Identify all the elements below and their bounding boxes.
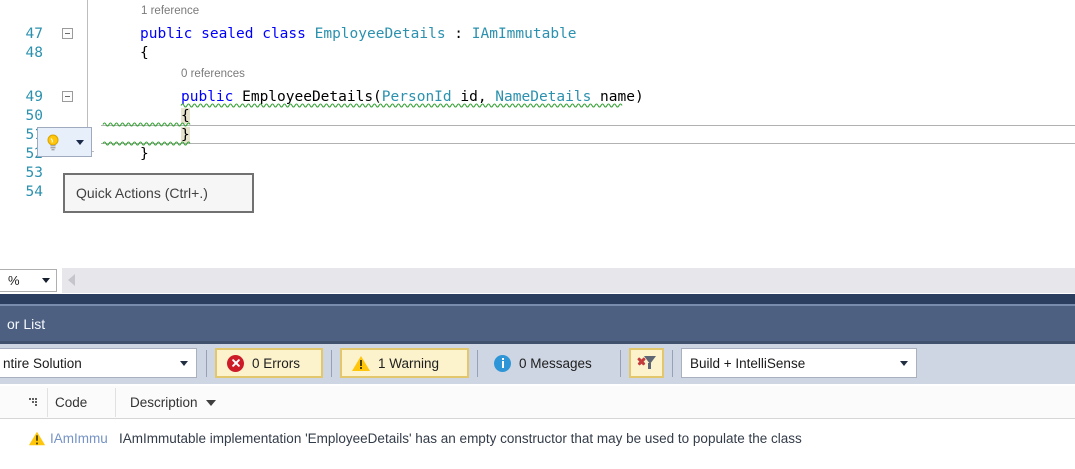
description-column-header[interactable]: Description bbox=[130, 386, 216, 419]
minus-icon bbox=[65, 96, 70, 97]
line-number: 47 bbox=[0, 25, 43, 44]
chevron-down-icon bbox=[900, 361, 908, 366]
chevron-down-icon bbox=[42, 278, 50, 283]
keyword-tokens: public sealed class bbox=[140, 26, 315, 42]
sort-descending-icon bbox=[206, 400, 216, 406]
line-number: 49 bbox=[0, 88, 43, 107]
minus-icon bbox=[65, 33, 70, 34]
severity-grip-icon bbox=[29, 398, 38, 407]
warnings-count-label: 1 Warning bbox=[378, 356, 439, 371]
interface-name-token: IAmImmutable bbox=[472, 26, 577, 42]
horizontal-scrollbar[interactable] bbox=[62, 268, 1075, 293]
line-number: 48 bbox=[0, 44, 43, 63]
code-editor[interactable]: 47 48 49 50 51 52 53 54 1 reference 0 re… bbox=[0, 0, 1075, 268]
source-filter-select[interactable]: Build + IntelliSense bbox=[681, 348, 917, 378]
lightbulb-icon bbox=[45, 134, 61, 151]
info-icon bbox=[494, 355, 511, 372]
class-name-token: EmployeeDetails bbox=[315, 26, 446, 42]
quick-actions-tooltip: Quick Actions (Ctrl+.) bbox=[63, 173, 254, 213]
fold-collapse-button[interactable] bbox=[62, 91, 73, 102]
quick-actions-lightbulb[interactable] bbox=[37, 127, 92, 157]
fold-collapse-button[interactable] bbox=[62, 28, 73, 39]
zoom-level-select[interactable]: % bbox=[0, 269, 57, 292]
error-list-row[interactable]: IAmImmu IAmImmutable implementation 'Emp… bbox=[0, 424, 1075, 452]
toolbar-separator bbox=[620, 350, 621, 377]
zoom-level-value: % bbox=[0, 273, 42, 288]
toolbar-separator bbox=[672, 350, 673, 377]
codelens-references-link[interactable]: 0 references bbox=[181, 68, 245, 81]
errors-filter-button[interactable]: 0 Errors bbox=[215, 348, 323, 378]
line-number: 50 bbox=[0, 107, 43, 126]
panel-title: or List bbox=[7, 316, 45, 332]
codelens-references-link[interactable]: 1 reference bbox=[141, 5, 199, 18]
messages-filter-button[interactable]: 0 Messages bbox=[484, 348, 612, 378]
error-list-header: Code Description bbox=[0, 386, 1075, 419]
separator-token: : bbox=[446, 26, 472, 42]
toolbar-separator bbox=[331, 350, 332, 377]
clear-filters-button[interactable] bbox=[629, 348, 664, 378]
code-line-52[interactable]: } bbox=[140, 145, 149, 164]
chevron-down-icon bbox=[180, 361, 188, 366]
severity-column-header[interactable] bbox=[29, 386, 38, 419]
chevron-down-icon[interactable] bbox=[76, 140, 84, 145]
vs-window: 47 48 49 50 51 52 53 54 1 reference 0 re… bbox=[0, 0, 1075, 469]
close-brace-token: } bbox=[140, 146, 149, 162]
filter-clear-icon bbox=[637, 355, 656, 372]
warning-icon bbox=[29, 432, 45, 446]
current-line-highlight bbox=[101, 125, 1075, 144]
tooltip-text: Quick Actions (Ctrl+.) bbox=[76, 185, 208, 201]
scope-filter-value: ntire Solution bbox=[0, 356, 82, 371]
error-list-toolbar: ntire Solution 0 Errors 1 Warning 0 Mess… bbox=[0, 344, 1075, 384]
code-column-label: Code bbox=[55, 395, 87, 410]
warning-icon bbox=[352, 356, 370, 371]
scope-filter-select[interactable]: ntire Solution bbox=[0, 348, 197, 378]
error-icon bbox=[227, 355, 244, 372]
warnings-filter-button[interactable]: 1 Warning bbox=[340, 348, 469, 378]
squiggle-underline bbox=[103, 140, 190, 145]
messages-count-label: 0 Messages bbox=[519, 356, 592, 371]
code-line-47[interactable]: public sealed class EmployeeDetails : IA… bbox=[140, 25, 577, 44]
line-number: 54 bbox=[0, 183, 43, 202]
column-separator[interactable] bbox=[115, 388, 116, 417]
column-separator[interactable] bbox=[47, 388, 48, 417]
line-number: 53 bbox=[0, 164, 43, 183]
window-divider bbox=[0, 294, 1075, 304]
errors-count-label: 0 Errors bbox=[252, 356, 300, 371]
toolbar-separator bbox=[477, 350, 478, 377]
description-column-label: Description bbox=[130, 395, 198, 410]
open-brace-token: { bbox=[140, 45, 149, 61]
squiggle-underline bbox=[181, 102, 622, 107]
code-line-48[interactable]: { bbox=[140, 44, 149, 63]
code-column-header[interactable]: Code bbox=[55, 386, 87, 419]
warning-code-link[interactable]: IAmImmu bbox=[50, 424, 114, 452]
warning-description: IAmImmutable implementation 'EmployeeDet… bbox=[119, 424, 802, 452]
source-filter-value: Build + IntelliSense bbox=[682, 356, 805, 371]
toolbar-separator bbox=[206, 350, 207, 377]
error-list-titlebar[interactable]: or List bbox=[0, 306, 1075, 341]
scroll-left-arrow-icon[interactable] bbox=[68, 274, 75, 286]
squiggle-underline bbox=[103, 121, 190, 126]
